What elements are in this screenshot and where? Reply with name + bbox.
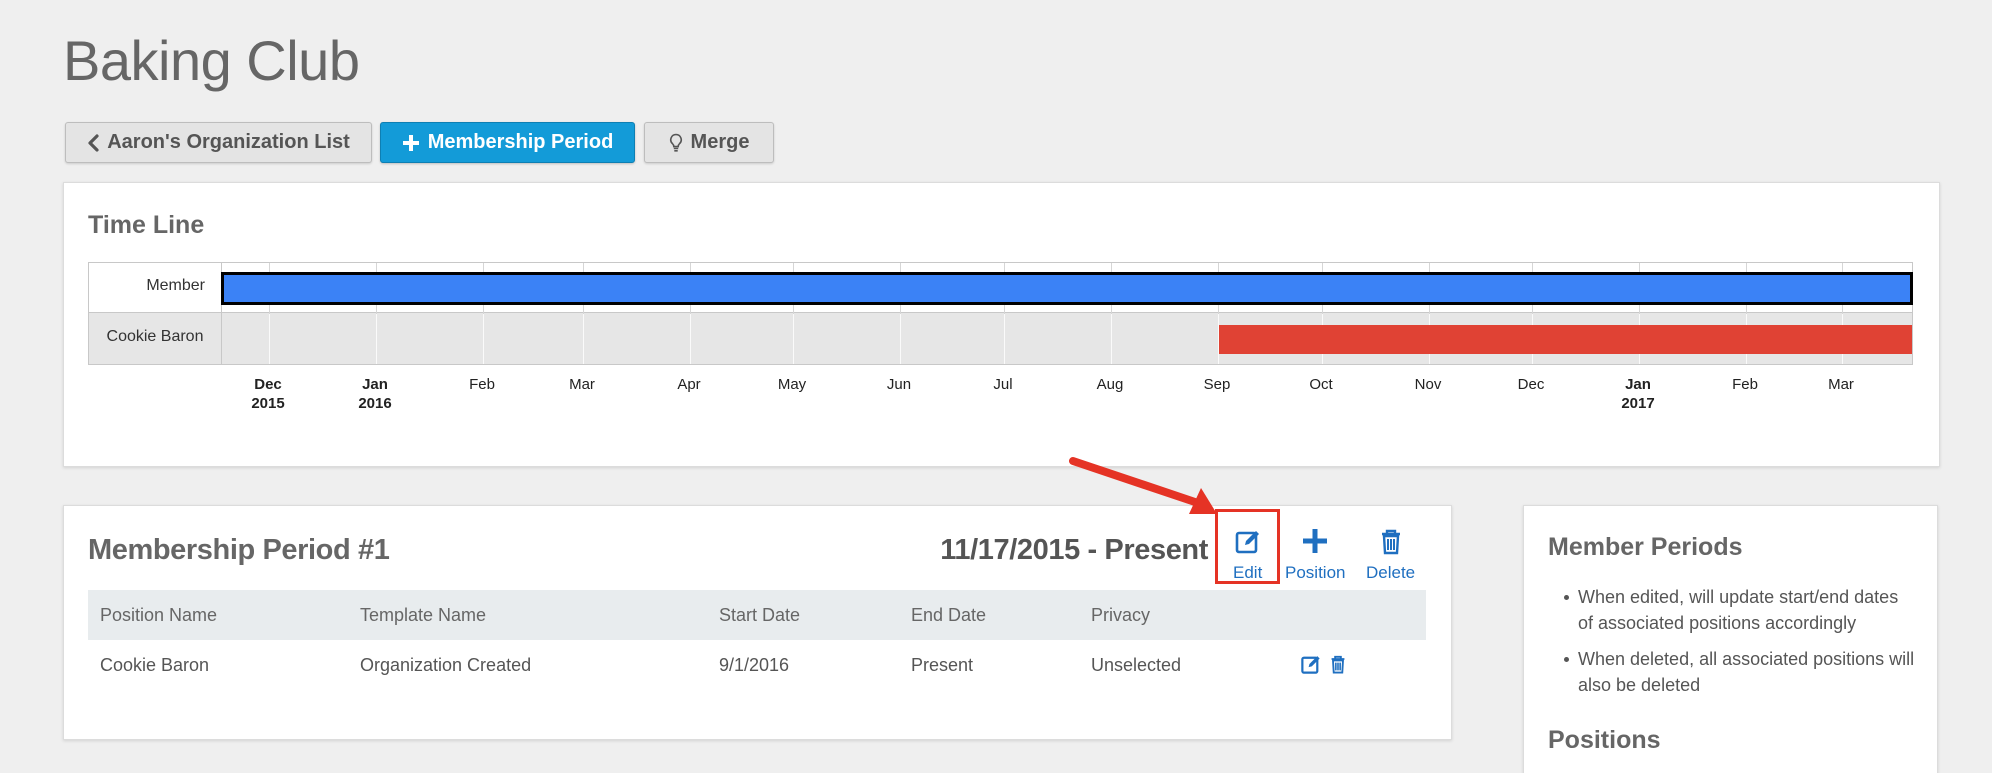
tick-month: Apr <box>677 376 701 393</box>
timeline-tick-label: Apr <box>677 375 700 394</box>
table-row: Cookie Baron Organization Created 9/1/20… <box>88 640 1426 690</box>
timeline-gridline <box>269 314 270 364</box>
timeline-tick-label: Oct <box>1309 375 1332 394</box>
timeline-gridline <box>793 314 794 364</box>
tick-month: Mar <box>569 376 595 393</box>
tick-month: Feb <box>469 376 495 393</box>
membership-date-range: 11/17/2015 - Present <box>940 534 1208 566</box>
merge-button[interactable]: Merge <box>644 122 774 163</box>
timeline-tick-label: Feb <box>1732 375 1758 394</box>
privacy-cell: Unselected <box>1091 654 1182 675</box>
tick-month: Mar <box>1828 376 1854 393</box>
table-header: Position Name Template Name Start Date E… <box>88 590 1426 640</box>
tick-month: Feb <box>1732 376 1758 393</box>
timeline-tick-label: Jun <box>887 375 911 394</box>
timeline-tick-label: Dec <box>1518 375 1545 394</box>
plus-icon <box>402 134 420 152</box>
timeline-bar-cookie-baron <box>1219 325 1912 354</box>
positions-title: Positions <box>1548 726 1661 754</box>
tick-month: Dec <box>254 376 282 393</box>
member-periods-title: Member Periods <box>1548 533 1743 561</box>
plus-icon <box>1301 527 1329 563</box>
tick-year: 2016 <box>358 395 392 412</box>
timeline-row-label: Member <box>146 277 205 294</box>
tick-month: Jul <box>993 376 1013 393</box>
edit-position-icon[interactable] <box>1300 653 1322 680</box>
start-date-cell: 9/1/2016 <box>719 654 790 675</box>
tick-month: Jan <box>362 376 388 393</box>
tick-month: Jan <box>1625 376 1651 393</box>
timeline-tick-label: May <box>778 375 806 394</box>
note-item: When edited, will update start/end dates… <box>1564 584 1918 636</box>
tick-month: Aug <box>1096 376 1124 393</box>
tick-month: Nov <box>1414 376 1442 393</box>
tick-month: Dec <box>1517 376 1545 393</box>
delete-period-button[interactable]: Delete <box>1366 527 1415 583</box>
timeline-tick-label: Aug <box>1097 375 1124 394</box>
page-title: Baking Club <box>63 29 360 92</box>
positions-table: Position Name Template Name Start Date E… <box>88 590 1426 690</box>
add-membership-period-label: Membership Period <box>427 131 614 153</box>
tick-month: May <box>777 376 807 393</box>
timeline-tick-label: Mar <box>569 375 595 394</box>
member-periods-notes: When edited, will update start/end dates… <box>1564 584 1918 708</box>
add-membership-period-button[interactable]: Membership Period <box>380 122 635 163</box>
timeline-gridline <box>583 314 584 364</box>
membership-period-title: Membership Period #1 <box>88 534 390 566</box>
position-label: Position <box>1285 563 1346 582</box>
add-position-button[interactable]: Position <box>1285 527 1345 583</box>
timeline-gridline <box>483 314 484 364</box>
column-header: Start Date <box>719 604 801 625</box>
position-name-cell: Cookie Baron <box>100 654 210 675</box>
timeline-tick-label: Mar <box>1828 375 1854 394</box>
note-item: When deleted, all associated positions w… <box>1564 646 1918 698</box>
chevron-left-icon <box>87 133 99 152</box>
tick-month: Sep <box>1203 376 1231 393</box>
timeline-gridline <box>900 314 901 364</box>
column-header: End Date <box>911 604 987 625</box>
lightbulb-icon <box>669 133 683 153</box>
column-header: Privacy <box>1091 604 1151 625</box>
tick-year: 2017 <box>1621 395 1655 412</box>
trash-icon <box>1377 527 1405 563</box>
end-date-cell: Present <box>911 654 974 675</box>
column-header: Template Name <box>360 604 487 625</box>
column-header: Position Name <box>100 604 218 625</box>
timeline-gridline <box>690 314 691 364</box>
timeline-tick-label: Sep <box>1204 375 1231 394</box>
timeline-row-label: Cookie Baron <box>106 328 204 345</box>
timeline-gridline <box>1111 314 1112 364</box>
delete-position-icon[interactable] <box>1328 653 1348 680</box>
timeline-tick-label: Feb <box>469 375 495 394</box>
timeline-chart: Member Cookie Baron <box>88 262 1913 365</box>
merge-button-label: Merge <box>690 131 750 153</box>
template-name-cell: Organization Created <box>360 654 532 675</box>
delete-label: Delete <box>1366 563 1416 582</box>
timeline-tick-label: Dec 2015 <box>251 375 284 413</box>
tick-year: 2015 <box>251 395 285 412</box>
timeline-tick-label: Jan 2017 <box>1621 375 1654 413</box>
timeline-bar-member <box>221 272 1913 305</box>
annotation-arrow <box>1069 457 1217 514</box>
tick-month: Oct <box>1309 376 1333 393</box>
timeline-tick-label: Nov <box>1415 375 1442 394</box>
timeline-gridline <box>1004 314 1005 364</box>
timeline-gridline <box>376 314 377 364</box>
annotation-highlight-box <box>1215 509 1280 584</box>
back-button-label: Aaron's Organization List <box>107 131 350 153</box>
tick-month: Jun <box>886 376 912 393</box>
timeline-tick-label: Jan 2016 <box>358 375 391 413</box>
back-to-organization-list-button[interactable]: Aaron's Organization List <box>65 122 372 163</box>
timeline-tick-label: Jul <box>993 375 1012 394</box>
timeline-title: Time Line <box>88 211 205 239</box>
